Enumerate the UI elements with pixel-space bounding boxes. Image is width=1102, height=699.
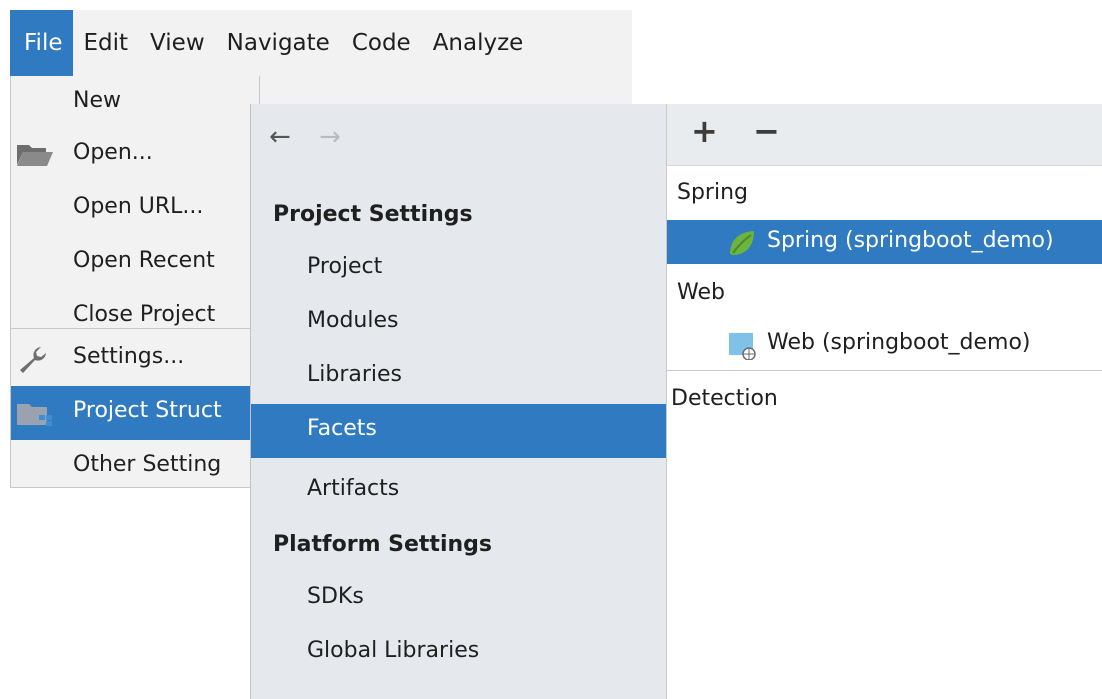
menu-item-open-label: Open... [73,140,153,165]
nav-item-libraries[interactable]: Libraries [251,350,667,404]
nav-item-label: Project [307,254,383,279]
nav-item-label: Global Libraries [307,638,480,663]
remove-facet-button[interactable]: − [753,112,780,150]
menu-separator [11,328,259,329]
web-module-icon [727,330,757,361]
menu-new-row-extension [260,76,632,104]
file-menu-dropdown: New Open... Open URL... Open Recent Clos… [10,76,260,488]
add-facet-button[interactable]: + [691,112,718,150]
nav-item-label: Facets [307,416,377,441]
facet-item-spring[interactable]: Spring (springboot_demo) [667,220,1102,264]
facet-item-web[interactable]: Web (springboot_demo) [667,322,1102,366]
menu-navigate[interactable]: Navigate [216,10,341,76]
nav-item-sdks[interactable]: SDKs [251,572,667,626]
nav-item-label: Libraries [307,362,403,387]
facets-panel: + − Spring Spring (springboot_demo) Web … [666,104,1102,699]
menu-item-new-label: New [73,88,121,113]
folder-open-icon [15,141,55,169]
menu-item-other-settings-label: Other Setting [73,452,222,477]
menu-item-open[interactable]: Open... [11,128,259,182]
detection-section[interactable]: Detection [671,386,778,411]
nav-item-global-libraries[interactable]: Global Libraries [251,626,667,680]
facet-item-label: Web (springboot_demo) [767,330,1031,355]
nav-item-label: Artifacts [307,476,400,501]
back-arrow-icon[interactable]: ← [269,122,301,152]
nav-item-project[interactable]: Project [251,242,667,296]
project-settings-heading: Project Settings [273,202,473,227]
facet-group-spring[interactable]: Spring [677,180,748,205]
facet-group-web[interactable]: Web [677,280,725,305]
menu-file[interactable]: File [10,10,73,76]
nav-item-modules[interactable]: Modules [251,296,667,350]
menu-analyze[interactable]: Analyze [422,10,535,76]
menu-view[interactable]: View [139,10,216,76]
menu-item-open-recent-label: Open Recent [73,248,215,273]
menu-item-close-project-label: Close Project [73,302,216,327]
project-structure-icon [15,399,55,427]
menu-item-project-structure-label: Project Struct [73,398,222,423]
menu-item-settings[interactable]: Settings... [11,332,259,386]
wrench-icon [15,345,55,373]
nav-item-label: Modules [307,308,399,333]
menu-code[interactable]: Code [341,10,422,76]
platform-settings-heading: Platform Settings [273,532,492,557]
menu-item-settings-label: Settings... [73,344,185,369]
nav-item-artifacts[interactable]: Artifacts [251,464,667,518]
facets-separator [667,370,1102,371]
facets-toolbar: + − [667,104,1102,166]
forward-arrow-icon[interactable]: → [319,122,351,152]
nav-history-arrows: ← → [269,122,351,152]
spring-leaf-icon [727,228,757,258]
nav-item-label: SDKs [307,584,364,609]
menu-edit[interactable]: Edit [73,10,140,76]
menu-item-other-settings[interactable]: Other Setting [11,440,259,494]
facet-item-label: Spring (springboot_demo) [767,228,1054,253]
menu-item-open-url[interactable]: Open URL... [11,182,259,236]
menu-item-new[interactable]: New [11,76,259,130]
menu-item-project-structure[interactable]: Project Struct [11,386,259,440]
project-structure-nav: ← → Project Settings Project Modules Lib… [250,104,667,699]
menu-bar: File Edit View Navigate Code Analyze [10,10,632,76]
menu-item-open-url-label: Open URL... [73,194,204,219]
menu-item-open-recent[interactable]: Open Recent [11,236,259,290]
nav-item-facets[interactable]: Facets [251,404,667,458]
